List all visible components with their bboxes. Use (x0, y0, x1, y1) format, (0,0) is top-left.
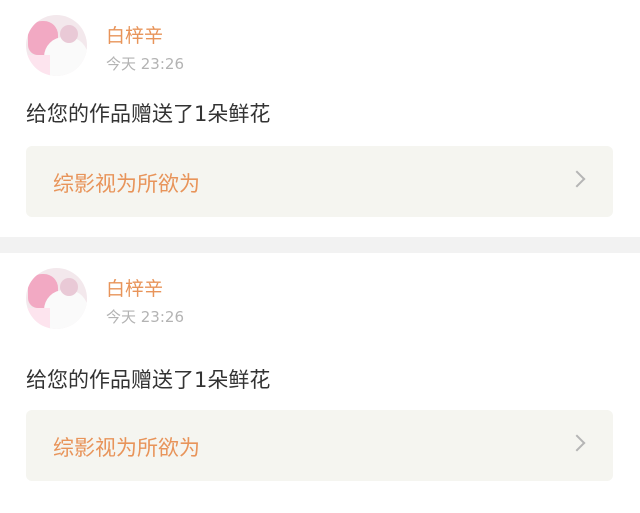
avatar[interactable] (26, 15, 87, 76)
work-link-card[interactable]: 综影视为所欲为 (26, 410, 613, 481)
work-title: 综影视为所欲为 (53, 172, 200, 196)
avatar-shape (60, 278, 78, 296)
avatar-shape (26, 55, 50, 76)
timestamp: 今天 23:26 (106, 55, 184, 73)
chevron-right-icon (568, 170, 586, 188)
avatar-shape (60, 25, 78, 43)
avatar-shape (26, 308, 50, 329)
notification-feed: 白梓辛 今天 23:26 给您的作品赠送了1朵鲜花 综影视为所欲为 白梓辛 今天… (0, 0, 640, 513)
timestamp: 今天 23:26 (106, 308, 184, 326)
username[interactable]: 白梓辛 (106, 21, 163, 48)
username[interactable]: 白梓辛 (106, 274, 163, 301)
notification-card: 白梓辛 今天 23:26 给您的作品赠送了1朵鲜花 综影视为所欲为 (0, 253, 640, 513)
avatar[interactable] (26, 268, 87, 329)
avatar-shape (44, 37, 87, 76)
notification-message: 给您的作品赠送了1朵鲜花 (26, 368, 271, 392)
work-title: 综影视为所欲为 (53, 436, 200, 460)
avatar-shape (44, 290, 87, 329)
work-link-card[interactable]: 综影视为所欲为 (26, 146, 613, 217)
notification-card: 白梓辛 今天 23:26 给您的作品赠送了1朵鲜花 综影视为所欲为 (0, 0, 640, 237)
chevron-right-icon (568, 434, 586, 452)
notification-message: 给您的作品赠送了1朵鲜花 (26, 102, 271, 126)
